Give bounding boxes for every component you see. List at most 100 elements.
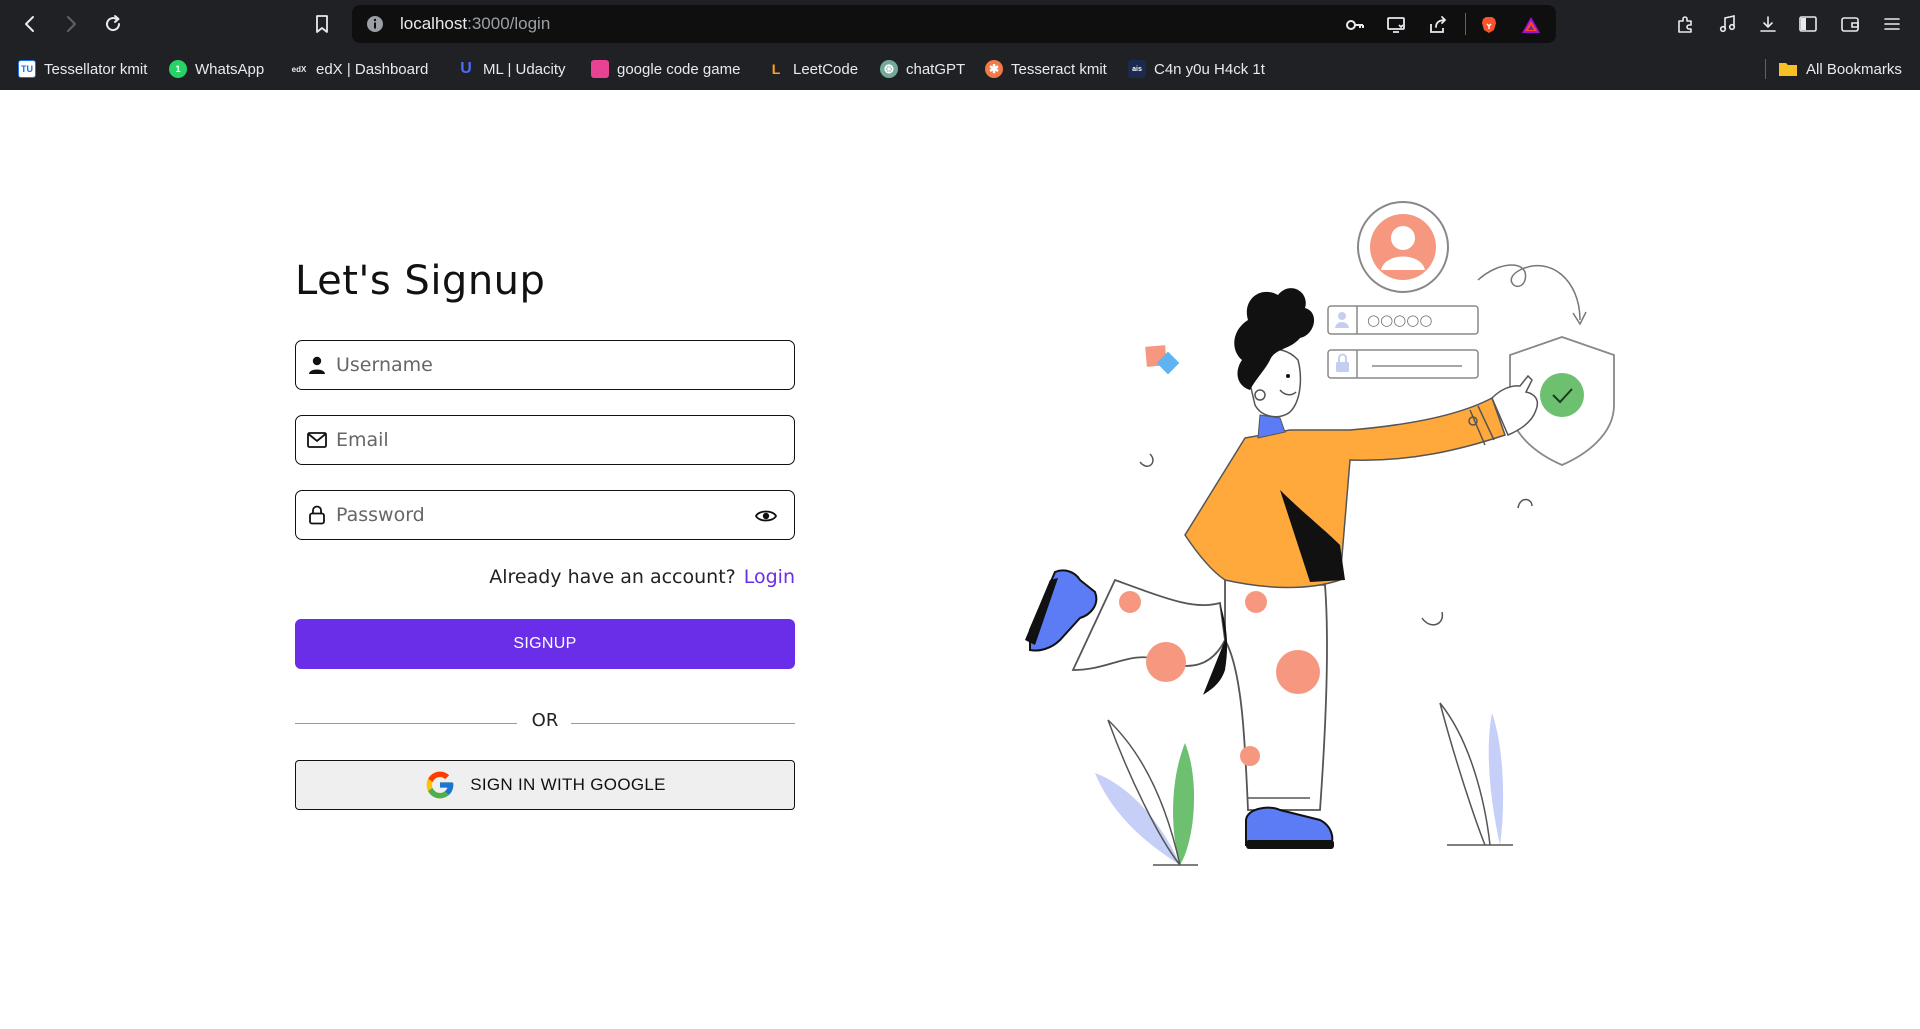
bookmark-label: Tessellator kmit xyxy=(44,60,148,78)
signup-illustration: ○○○○○ xyxy=(1025,201,1615,866)
extensions-button[interactable] xyxy=(1674,12,1698,36)
mail-icon xyxy=(306,429,328,451)
wallet-button[interactable] xyxy=(1838,12,1862,36)
leetcode-icon: L xyxy=(771,61,781,77)
reload-icon xyxy=(106,15,121,32)
hack-icon: ais xyxy=(1128,60,1146,78)
brave-rewards-button[interactable] xyxy=(1520,14,1542,36)
menu-button[interactable] xyxy=(1880,12,1904,36)
or-text: OR xyxy=(531,710,559,731)
browser-chrome: localhost:3000/login TU Tessellator kmit… xyxy=(0,0,1920,90)
profile-avatar-icon xyxy=(1357,201,1449,293)
browser-toolbar: localhost:3000/login xyxy=(0,0,1920,48)
tesseract-icon: ✱ xyxy=(985,60,1003,78)
chatgpt-icon: ⊛ xyxy=(880,60,898,78)
address-bar[interactable]: localhost:3000/login xyxy=(352,5,1556,43)
bookmark-leetcode[interactable]: L LeetCode xyxy=(767,57,858,81)
curly-arrow-icon xyxy=(1477,264,1581,321)
all-bookmarks-button[interactable]: All Bookmarks xyxy=(1778,57,1902,81)
bookmark-label: LeetCode xyxy=(793,60,859,78)
lock-icon xyxy=(306,504,328,526)
puzzle-icon xyxy=(1678,16,1692,33)
google-button-label: SIGN IN WITH GOOGLE xyxy=(470,775,666,794)
site-info-icon[interactable] xyxy=(366,15,384,33)
udacity-icon: U xyxy=(460,60,472,77)
bookmarks-bar: TU Tessellator kmit 1 WhatsApp edX edX |… xyxy=(0,48,1920,90)
bookmark-label: ML | Udacity xyxy=(483,60,566,78)
share-icon xyxy=(1430,16,1447,33)
email-input[interactable] xyxy=(336,429,736,451)
username-input[interactable] xyxy=(336,354,736,376)
password-input[interactable] xyxy=(336,504,736,526)
bookmark-whatsapp[interactable]: 1 WhatsApp xyxy=(169,57,264,81)
brave-lion-icon xyxy=(1482,17,1496,33)
bookmark-code-game[interactable]: google code game xyxy=(591,57,740,81)
username-card-icon: ○○○○○ xyxy=(1327,305,1479,335)
url-host: localhost xyxy=(400,14,468,33)
login-prompt: Already have an account? Login xyxy=(489,566,795,588)
plant-left-icon xyxy=(1095,719,1198,866)
bookmark-label: WhatsApp xyxy=(195,60,265,78)
password-field[interactable] xyxy=(295,490,795,540)
signup-button[interactable]: SIGNUP xyxy=(295,619,795,669)
omnibox-divider xyxy=(1465,13,1466,35)
bookmark-udacity[interactable]: U ML | Udacity xyxy=(457,57,566,81)
account-prompt-text: Already have an account? xyxy=(489,566,736,588)
bookmark-tesseract[interactable]: ✱ Tesseract kmit xyxy=(985,57,1107,81)
bookmark-hack[interactable]: ais C4n y0u H4ck 1t xyxy=(1128,57,1265,81)
plant-right-icon xyxy=(1439,702,1513,846)
brave-shields-button[interactable] xyxy=(1478,14,1500,36)
wallet-icon xyxy=(1841,17,1859,32)
back-button[interactable] xyxy=(14,8,46,40)
bookmark-label: edX | Dashboard xyxy=(316,60,429,78)
bookmark-page-button[interactable] xyxy=(306,8,338,40)
bookmark-label: chatGPT xyxy=(906,60,966,78)
tessellator-icon: TU xyxy=(18,60,36,78)
media-button[interactable] xyxy=(1716,12,1740,36)
key-icon xyxy=(1346,20,1364,30)
downloads-button[interactable] xyxy=(1756,12,1780,36)
whatsapp-icon: 1 xyxy=(169,60,187,78)
bookmark-tessellator[interactable]: TU Tessellator kmit xyxy=(18,57,147,81)
email-field[interactable] xyxy=(295,415,795,465)
bookmark-edx[interactable]: edX edX | Dashboard xyxy=(290,57,429,81)
download-icon xyxy=(1760,16,1776,32)
login-page: Let's Signup Already have an account? Log… xyxy=(0,90,1920,1029)
cast-button[interactable] xyxy=(1385,14,1407,36)
music-note-icon xyxy=(1719,15,1736,33)
all-bookmarks-label: All Bookmarks xyxy=(1806,60,1902,78)
bookmark-icon xyxy=(316,15,328,33)
username-field[interactable] xyxy=(295,340,795,390)
user-icon xyxy=(306,354,328,376)
google-logo-icon xyxy=(426,771,454,799)
confetti-shape xyxy=(1517,498,1533,509)
password-key-button[interactable] xyxy=(1344,14,1366,36)
share-button[interactable] xyxy=(1427,14,1449,36)
confetti-shape xyxy=(1139,453,1154,467)
or-divider: OR xyxy=(295,710,795,736)
edx-icon: edX xyxy=(291,64,307,74)
sidebar-icon xyxy=(1799,16,1817,32)
reload-button[interactable] xyxy=(97,8,129,40)
show-password-eye-icon[interactable] xyxy=(754,504,778,528)
page-title: Let's Signup xyxy=(295,258,546,304)
brave-rewards-icon xyxy=(1522,17,1540,33)
install-app-icon xyxy=(1387,17,1405,33)
password-card-icon xyxy=(1327,349,1479,379)
password-dots-text: ○○○○○ xyxy=(1367,311,1432,329)
bookmark-chatgpt[interactable]: ⊛ chatGPT xyxy=(880,57,965,81)
forward-arrow-icon xyxy=(67,16,76,32)
sidebar-button[interactable] xyxy=(1796,12,1820,36)
google-signin-button[interactable]: SIGN IN WITH GOOGLE xyxy=(295,760,795,810)
bookmark-label: Tesseract kmit xyxy=(1011,60,1107,78)
divider-line-right xyxy=(571,723,795,724)
forward-button[interactable] xyxy=(55,8,87,40)
folder-icon xyxy=(1779,63,1797,76)
code-game-icon xyxy=(591,60,609,78)
bookmark-label: google code game xyxy=(617,60,741,78)
confetti-shape xyxy=(1421,611,1444,626)
url-text[interactable]: localhost:3000/login xyxy=(400,14,550,34)
login-link[interactable]: Login xyxy=(744,566,795,588)
back-arrow-icon xyxy=(25,16,34,32)
bookmarks-divider xyxy=(1765,59,1766,79)
